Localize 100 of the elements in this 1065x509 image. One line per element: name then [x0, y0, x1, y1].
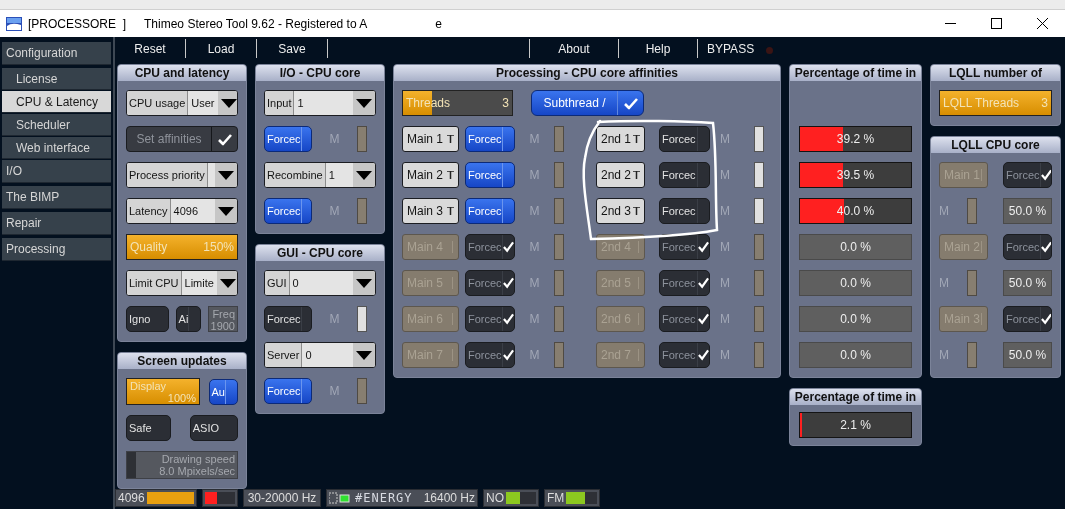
sidebar-item[interactable]: The BIMP	[2, 186, 111, 209]
caret-icon	[447, 171, 454, 179]
toggle-button[interactable]: Forcec	[465, 162, 515, 188]
usage-reading: 0.0 %	[840, 312, 871, 326]
caret-icon	[218, 206, 234, 216]
meter-label: NO	[486, 491, 504, 505]
toggle-button[interactable]: ASIO	[189, 415, 238, 441]
panel-title: Processing - CPU core affinities	[394, 65, 780, 81]
dropdown[interactable]: Latency 4096	[126, 198, 238, 224]
percent-readout: 50.0 %	[1003, 270, 1052, 296]
dropdown[interactable]: Limit CPU Limite	[126, 270, 238, 296]
caret-icon	[356, 170, 372, 180]
panel-title: Percentage of time in	[790, 389, 921, 405]
dropdown[interactable]: CPU usage User	[126, 90, 238, 116]
toggle-button[interactable]: Igno	[126, 306, 170, 332]
toggle-button[interactable]: Forcec	[264, 198, 312, 224]
maximize-icon[interactable]	[990, 18, 1002, 29]
check-button[interactable]: Subthread /	[531, 90, 644, 116]
dropdown[interactable]: GUI 0	[264, 270, 376, 296]
menu-button[interactable]: Load	[186, 41, 256, 56]
toggle-button[interactable]: Au	[208, 378, 238, 405]
toggle-button[interactable]: Forcec	[659, 162, 710, 188]
sidebar-item[interactable]: Scheduler	[2, 114, 111, 136]
signal-icon	[329, 492, 353, 504]
energy-reading: 16400 Hz	[423, 491, 475, 505]
toggle-button[interactable]: Safe	[126, 415, 171, 441]
menu-button[interactable]: Save	[257, 41, 327, 56]
caret-icon	[356, 350, 372, 360]
window-title-tail: e	[435, 16, 442, 31]
dropdown[interactable]: 2nd 3	[596, 198, 645, 224]
check-icon	[216, 132, 233, 146]
dropdown[interactable]: Process priority	[126, 162, 238, 188]
readout-label: Drawing speed	[160, 453, 235, 465]
panel-title: Screen updates	[118, 353, 246, 369]
menu-button[interactable]: Reset	[115, 41, 185, 56]
check-icon	[698, 241, 709, 253]
panel-title: GUI - CPU core	[256, 245, 384, 261]
panel-title: I/O - CPU core	[256, 65, 384, 81]
check-icon	[622, 96, 639, 110]
caret-icon	[633, 171, 640, 179]
panel-title: CPU and latency	[118, 65, 246, 81]
check-icon	[698, 313, 709, 325]
dropdown[interactable]: 2nd 1	[596, 126, 645, 152]
menu-button[interactable]: Help	[619, 41, 697, 56]
caret-icon	[447, 207, 454, 215]
panel-title: LQLL CPU core	[931, 137, 1060, 153]
caret-icon	[356, 98, 372, 108]
check-icon	[503, 241, 514, 253]
caret-icon	[447, 135, 454, 143]
status-text: 30-20000 Hz	[243, 489, 321, 507]
usage-reading: 0.0 %	[840, 348, 871, 362]
energy-label: #ENERGY	[355, 491, 413, 505]
check-icon	[1040, 169, 1051, 181]
dropdown[interactable]: Main 2	[402, 162, 459, 188]
sidebar-item[interactable]: Processing	[2, 238, 111, 261]
toggle-button[interactable]: Forcec	[659, 126, 710, 152]
panel-title: LQLL number of	[931, 65, 1060, 81]
meter-label: FM	[547, 491, 565, 505]
toggle-button[interactable]: Forcec	[264, 378, 312, 404]
sidebar-item[interactable]: License	[2, 68, 111, 90]
sidebar-item[interactable]: Configuration	[2, 42, 111, 65]
toggle-button[interactable]: Forcec	[465, 198, 515, 224]
menu-button[interactable]: About	[530, 41, 618, 56]
sidebar-item[interactable]: CPU & Latency	[2, 91, 111, 113]
check-icon	[503, 313, 514, 325]
close-icon[interactable]	[1036, 18, 1048, 29]
toggle-button[interactable]: Forcec	[659, 198, 710, 224]
caret-icon	[633, 207, 640, 215]
check-icon	[1040, 313, 1051, 325]
caret-icon	[219, 278, 236, 288]
toggle-button[interactable]: Forcec	[465, 126, 515, 152]
readout-value: 1900	[210, 320, 235, 331]
caret-icon	[218, 170, 234, 180]
caret-icon	[220, 98, 237, 108]
caret-icon	[633, 135, 640, 143]
app-icon	[6, 16, 22, 31]
usage-reading: 2.1 %	[840, 418, 871, 432]
dropdown[interactable]: Main 1	[402, 126, 459, 152]
dropdown[interactable]: Recombine 1	[264, 162, 376, 188]
menu-button[interactable]: BYPASS	[698, 41, 755, 56]
window-title: Thimeo Stereo Tool 9.62 - Registered to A	[144, 16, 368, 31]
sidebar-item[interactable]: Repair	[2, 212, 111, 235]
dropdown[interactable]: 2nd 2	[596, 162, 645, 188]
toggle-button[interactable]: Forcec	[264, 306, 312, 332]
toggle-button[interactable]: Forcec	[264, 126, 312, 152]
dropdown[interactable]: Main 3	[402, 198, 459, 224]
percent-readout: 50.0 %	[1003, 198, 1052, 224]
window-tag: [PROCESSORE ]	[28, 16, 127, 31]
dropdown[interactable]: Input 1	[264, 90, 376, 116]
usage-reading: 0.0 %	[840, 240, 871, 254]
percent-readout: 50.0 %	[1003, 342, 1052, 368]
check-icon	[698, 277, 709, 289]
toggle-button[interactable]: Ai	[175, 306, 202, 332]
panel-title: Percentage of time in	[790, 65, 921, 81]
check-icon	[1040, 241, 1051, 253]
sidebar-item[interactable]: Web interface	[2, 137, 111, 159]
sidebar-item[interactable]: I/O	[2, 160, 111, 183]
meter-label: 4096	[118, 491, 145, 505]
readout-label: Freq	[211, 308, 235, 320]
dropdown[interactable]: Server 0	[264, 342, 376, 368]
